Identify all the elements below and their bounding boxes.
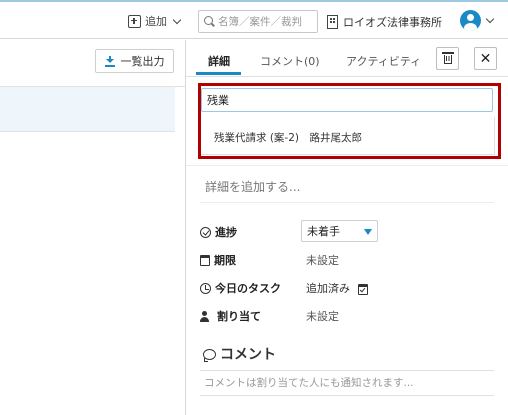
tab-divider <box>186 76 508 77</box>
comment-input[interactable] <box>200 370 494 396</box>
due-label: 期限 <box>200 252 236 268</box>
assign-label: 割り当て <box>200 308 261 324</box>
chevron-down-icon <box>485 14 495 24</box>
office-switcher[interactable]: ロイオズ法律事務所 <box>327 12 442 32</box>
status-label: 進捗 <box>200 224 237 240</box>
due-value[interactable]: 未設定 <box>306 252 339 268</box>
panel-divider <box>185 40 186 415</box>
assign-label-text: 割り当て <box>217 310 261 323</box>
detail-divider <box>200 202 494 203</box>
status-select[interactable]: 未着手 <box>301 220 378 242</box>
user-assign-icon <box>200 310 213 322</box>
search-icon <box>204 16 215 27</box>
today-task-label: 今日のタスク <box>200 280 281 296</box>
plus-square-icon <box>128 14 141 28</box>
due-label-text: 期限 <box>214 254 236 267</box>
section-divider <box>186 165 508 166</box>
global-search-input[interactable] <box>218 15 314 28</box>
calendar-icon <box>200 254 210 266</box>
avatar-icon <box>460 10 481 31</box>
export-list-label: 一覧出力 <box>120 55 165 68</box>
trash-icon <box>441 52 454 64</box>
close-button[interactable]: ✕ <box>474 47 497 70</box>
building-icon <box>327 15 338 29</box>
export-list-button[interactable]: 一覧出力 <box>95 49 174 73</box>
today-task-value-text: 追加済み <box>306 282 350 295</box>
status-label-text: 進捗 <box>215 226 237 239</box>
delete-button[interactable] <box>436 47 459 70</box>
chevron-down-icon <box>172 15 182 24</box>
global-search[interactable] <box>198 10 318 33</box>
add-menu-label: 追加 <box>145 15 167 28</box>
comment-heading: コメント <box>203 344 276 364</box>
highlight-box <box>198 83 501 159</box>
caret-down-icon <box>364 229 372 235</box>
check-circle-icon <box>200 226 211 238</box>
tab-comments[interactable]: コメント(0) <box>260 53 320 69</box>
detail-add-field[interactable]: 詳細を追加する... <box>205 178 300 195</box>
today-task-value[interactable]: 追加済み <box>306 280 368 296</box>
active-tab-indicator <box>196 72 241 75</box>
clock-icon <box>200 282 211 294</box>
user-menu[interactable] <box>460 10 495 31</box>
today-task-label-text: 今日のタスク <box>215 282 281 295</box>
office-name: ロイオズ法律事務所 <box>343 16 442 29</box>
tab-activity[interactable]: アクティビティ <box>346 53 421 69</box>
assign-value[interactable]: 未設定 <box>306 308 339 324</box>
download-icon <box>104 55 115 67</box>
calendar-check-icon <box>357 283 368 295</box>
add-menu-button[interactable]: 追加 <box>128 11 182 31</box>
comment-heading-text: コメント <box>220 347 276 363</box>
tab-details[interactable]: 詳細 <box>208 53 230 69</box>
status-value: 未着手 <box>307 225 340 238</box>
comment-bubble-icon <box>203 348 216 362</box>
close-icon: ✕ <box>479 50 492 67</box>
selected-list-row[interactable] <box>0 87 175 132</box>
